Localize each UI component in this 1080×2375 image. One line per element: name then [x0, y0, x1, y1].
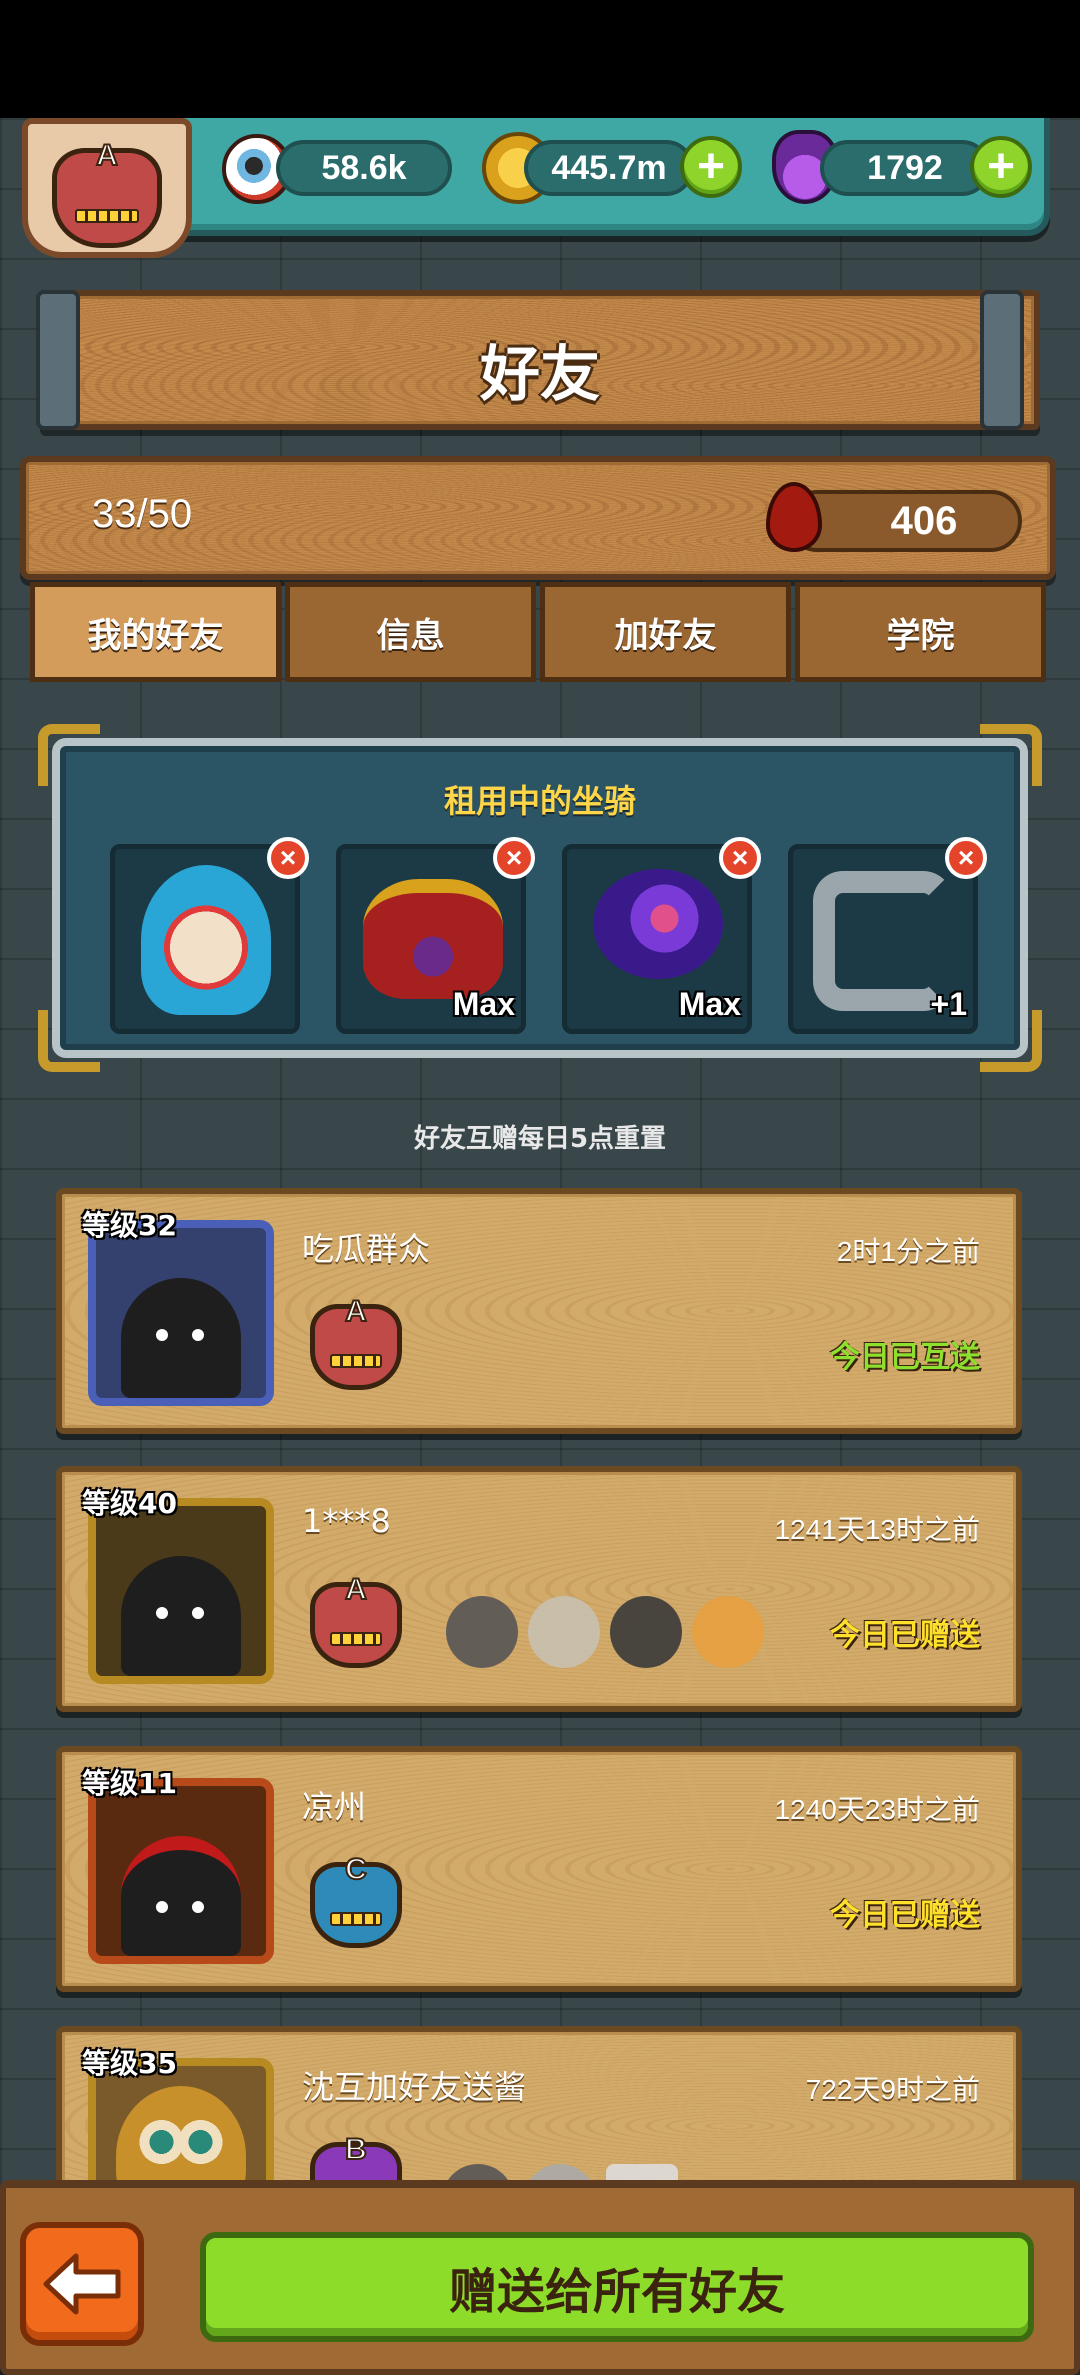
panel-corner [38, 1010, 100, 1072]
mount-thumb-icon [528, 1596, 600, 1668]
mount-tag: Max [452, 986, 515, 1022]
friend-name: 吃瓜群众 [302, 1230, 431, 1268]
panel-corner [980, 1010, 1042, 1072]
back-button[interactable] [20, 2222, 144, 2346]
monster-avatar-icon [121, 1556, 241, 1676]
plus-icon: + [696, 140, 726, 193]
blood-points-value: 406 [890, 498, 958, 543]
daily-reset-notice: 好友互赠每日5点重置 [413, 1124, 667, 1154]
remove-mount-button[interactable]: × [267, 837, 309, 879]
monster-avatar-icon [121, 1836, 241, 1956]
friend-last-online: 1240天23时之前 [774, 1794, 980, 1825]
eyeball-counter: 58.6k [276, 140, 452, 196]
demon-mount-icon [363, 879, 503, 999]
rented-mounts-title: 租用中的坐骑 [443, 782, 636, 820]
friend-card[interactable]: 等级40 1***8 1241天13时之前 A 今日已赠送 [56, 1466, 1022, 1712]
rank-letter: B [344, 2132, 368, 2167]
mount-slot-rose[interactable]: × Max [562, 837, 761, 1034]
gift-all-friends-button[interactable]: 赠送给所有好友 [200, 2232, 1034, 2342]
friend-card[interactable]: 等级11 凉州 1240天23时之前 C 今日已赠送 [56, 1746, 1022, 1992]
metal-bracket-right [980, 290, 1024, 430]
rank-badge-icon: C [310, 1852, 402, 1948]
friend-name: 沈互加好友送酱 [302, 2068, 527, 2106]
mount-slot-machine[interactable]: × +1 [788, 837, 987, 1034]
mount-tag: +1 [930, 986, 967, 1022]
gift-status: 今日已赠送 [830, 1898, 980, 1933]
remove-mount-button[interactable]: × [945, 837, 987, 879]
friend-count: 33/50 [92, 492, 193, 536]
remove-mount-button[interactable]: × [493, 837, 535, 879]
friend-name: 1***8 [302, 1502, 391, 1540]
rose-mount-icon [593, 869, 723, 979]
mount-thumb-icon [610, 1596, 682, 1668]
resource-bar: 58.6k 445.7m + 1792 + [150, 118, 1050, 236]
status-bar-area [0, 0, 1080, 118]
badge-teeth [75, 209, 139, 224]
clown-mount-icon [141, 865, 271, 1015]
friend-level: 等级40 [82, 1487, 177, 1520]
rented-mounts-panel: 租用中的坐骑 × × Max × Max × +1 [38, 724, 1042, 1072]
player-rank-badge[interactable]: A [22, 118, 192, 258]
rank-badge-icon: A [310, 1294, 402, 1390]
metal-bracket-left [36, 290, 80, 430]
plus-icon: + [986, 140, 1016, 193]
mount-thumb-icon [446, 1596, 518, 1668]
potion-counter: 1792 [820, 140, 990, 196]
gift-status: 今日已赠送 [830, 1618, 980, 1653]
friend-last-online: 722天9时之前 [805, 2074, 980, 2105]
friend-avatar [88, 1778, 274, 1964]
rank-badge-icon: A [52, 138, 162, 248]
friend-last-online: 1241天13时之前 [774, 1514, 980, 1545]
close-icon: × [279, 842, 297, 873]
rank-badge-icon: A [310, 1572, 402, 1668]
rank-letter: C [344, 1852, 368, 1887]
friend-count-plank: 33/50 406 [20, 456, 1056, 580]
rank-letter: A [344, 1572, 368, 1607]
gift-all-label: 赠送给所有好友 [448, 2264, 785, 2320]
tab-academy[interactable]: 学院 [795, 582, 1046, 682]
coin-counter: 445.7m [524, 140, 694, 196]
title-plank: 好友 [40, 290, 1040, 430]
friend-avatar [88, 1220, 274, 1406]
close-icon: × [731, 842, 749, 873]
friend-name: 凉州 [302, 1788, 367, 1826]
add-potions-button[interactable]: + [970, 136, 1032, 198]
page-title: 好友 [480, 340, 600, 410]
gift-status: 今日已互送 [830, 1340, 980, 1375]
friend-tabs: 我的好友 信息 加好友 学院 [30, 582, 1050, 682]
rank-letter: A [344, 1294, 368, 1329]
friend-card[interactable]: 等级32 吃瓜群众 2时1分之前 A 今日已互送 [56, 1188, 1022, 1434]
friend-last-online: 2时1分之前 [836, 1236, 980, 1267]
rank-letter: A [95, 138, 119, 173]
tab-add-friend[interactable]: 加好友 [540, 582, 791, 682]
mount-slot-demon[interactable]: × Max [336, 837, 535, 1034]
mount-tag: Max [678, 986, 741, 1022]
friend-level: 等级32 [82, 1209, 177, 1242]
close-icon: × [957, 842, 975, 873]
tab-my-friends[interactable]: 我的好友 [30, 582, 281, 682]
remove-mount-button[interactable]: × [719, 837, 761, 879]
friend-avatar [88, 1498, 274, 1684]
close-icon: × [505, 842, 523, 873]
mount-thumb-icon [692, 1596, 764, 1668]
add-coins-button[interactable]: + [680, 136, 742, 198]
friend-level: 等级35 [82, 2047, 177, 2080]
friend-level: 等级11 [82, 1767, 177, 1800]
arrow-left-icon [43, 2253, 121, 2315]
mount-slot-clown[interactable]: × [110, 837, 309, 1034]
monster-avatar-icon [121, 1278, 241, 1398]
tab-messages[interactable]: 信息 [285, 582, 536, 682]
